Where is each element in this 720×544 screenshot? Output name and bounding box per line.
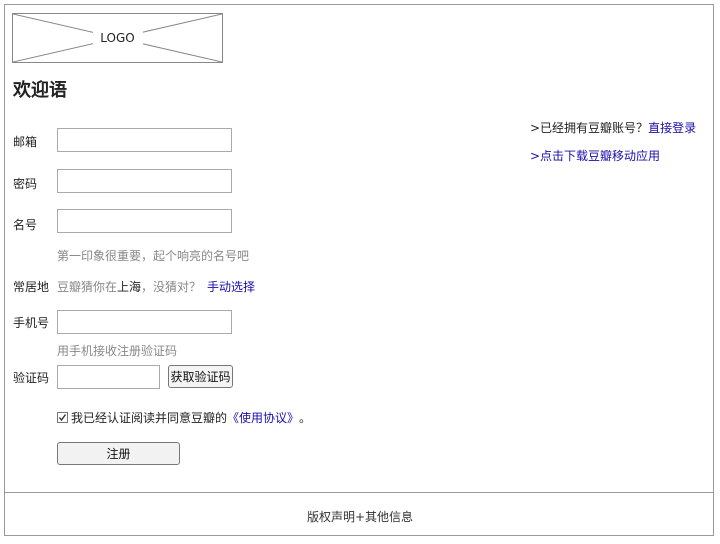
- app-download-link[interactable]: >点击下载豆瓣移动应用: [530, 149, 660, 163]
- residence-guess: 豆瓣猜你在上海，没猜对？ 手动选择: [57, 278, 255, 295]
- app-download-row: >点击下载豆瓣移动应用: [530, 147, 660, 164]
- residence-guess-suffix: ，没猜对？: [141, 280, 202, 294]
- logo-placeholder: LOGO: [12, 13, 223, 63]
- nickname-label: 名号: [13, 218, 38, 232]
- code-field[interactable]: [57, 365, 160, 389]
- checkmark-icon: [58, 414, 67, 422]
- phone-hint: 用手机接收注册验证码: [57, 344, 178, 358]
- residence-guess-prefix: 豆瓣猜你在: [57, 280, 118, 294]
- password-label: 密码: [13, 177, 38, 191]
- nickname-hint: 第一印象很重要，起个响亮的名号吧: [57, 249, 250, 263]
- welcome-heading: 欢迎语: [13, 80, 67, 101]
- manual-select-link[interactable]: 手动选择: [207, 280, 255, 294]
- residence-label: 常居地: [13, 280, 50, 294]
- direct-login-link[interactable]: 直接登录: [648, 121, 696, 135]
- footer-divider: [4, 492, 714, 493]
- get-code-button[interactable]: 获取验证码: [168, 365, 233, 388]
- agreement-checkbox[interactable]: [57, 412, 68, 423]
- login-prompt-text: >已经拥有豆瓣账号？: [530, 121, 649, 135]
- email-field[interactable]: [57, 128, 232, 152]
- email-label: 邮箱: [13, 135, 38, 149]
- residence-city: 上海: [117, 280, 142, 294]
- logo-text: LOGO: [100, 31, 135, 45]
- phone-label: 手机号: [13, 316, 50, 330]
- code-label: 验证码: [13, 371, 50, 385]
- nickname-field[interactable]: [57, 209, 232, 233]
- terms-link[interactable]: 《使用协议》: [227, 409, 299, 426]
- password-field[interactable]: [57, 169, 232, 193]
- register-button[interactable]: 注册: [57, 442, 180, 465]
- agreement-end: 。: [299, 411, 312, 425]
- footer-text: 版权声明+其他信息: [306, 510, 414, 524]
- login-prompt: >已经拥有豆瓣账号？直接登录: [530, 119, 696, 136]
- agreement-text: 我已经认证阅读并同意豆瓣的: [71, 411, 228, 425]
- phone-field[interactable]: [57, 310, 232, 334]
- agreement-row: 我已经认证阅读并同意豆瓣的 《使用协议》。: [57, 409, 311, 426]
